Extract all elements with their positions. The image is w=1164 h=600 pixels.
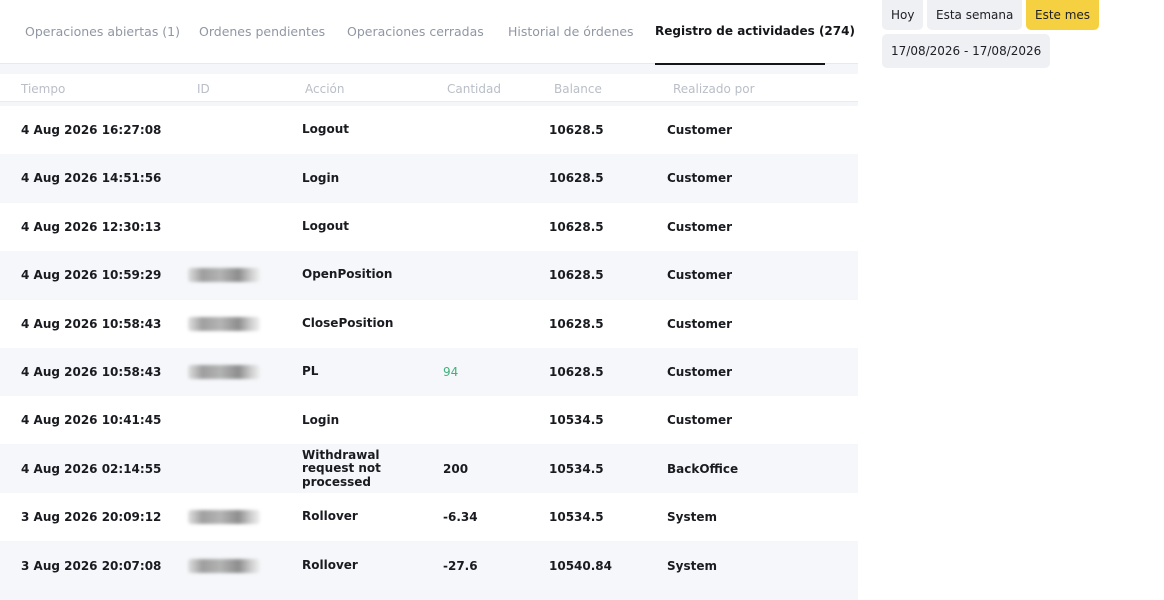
row-action: Logout	[302, 219, 350, 234]
tab-order-history[interactable]: Historial de órdenes	[508, 24, 634, 64]
row-balance: 10628.5	[549, 219, 604, 234]
row-performed-by: Customer	[667, 413, 733, 428]
table-row[interactable]: 4 Aug 2026 10:59:29 OpenPosition 10628.5 Cu…	[0, 251, 858, 300]
column-header-id[interactable]: ID	[197, 82, 210, 96]
row-action: Login	[302, 412, 340, 427]
row-balance: 10628.5	[549, 171, 604, 186]
table-row[interactable]: 3 Aug 2026 20:09:12 Rollover -6.34 10534.5 S…	[0, 493, 858, 542]
column-header-amount[interactable]: Cantidad	[447, 82, 501, 96]
row-performed-by: Customer	[667, 123, 733, 137]
table-row[interactable]: 3 Aug 2026 20:07:08 Rollover -27.6 10540.84…	[0, 541, 858, 590]
filter-panel: Hoy Esta semana Este mes 17/08/2026 - 17…	[858, 0, 1164, 600]
row-amount: -6.34	[443, 510, 478, 525]
tab-activity-log[interactable]: Registro de actividades (274)	[655, 24, 855, 65]
row-action: OpenPosition	[302, 267, 393, 282]
table-row[interactable]: 4 Aug 2026 10:41:45 Login 10534.5 Customer	[0, 396, 858, 445]
date-range-picker[interactable]: 17/08/2026 - 17/08/2026	[882, 34, 1051, 68]
table-row[interactable]: 4 Aug 2026 16:27:08 Logout 10628.5 Customer	[0, 106, 858, 154]
row-id-redacted	[188, 268, 260, 283]
table-row[interactable]: 4 Aug 2026 10:58:43 ClosePosition 10628.5 C…	[0, 299, 858, 348]
tab-closed-operations[interactable]: Operaciones cerradas	[347, 24, 484, 64]
row-balance: 10534.5	[549, 461, 604, 476]
row-action: Rollover	[302, 509, 358, 524]
row-balance: 10534.5	[549, 510, 604, 525]
tab-pending-orders[interactable]: Ordenes pendientes	[199, 24, 325, 64]
filter-this-month-button[interactable]: Este mes	[1026, 0, 1100, 30]
tab-open-operations[interactable]: Operaciones abiertas (1)	[25, 24, 180, 64]
row-time: 3 Aug 2026 20:07:08	[21, 558, 162, 573]
row-time: 3 Aug 2026 20:09:12	[21, 510, 162, 525]
row-amount: 94	[443, 365, 459, 379]
row-action: ClosePosition	[302, 315, 394, 330]
filter-this-week-button[interactable]: Esta semana	[927, 0, 1023, 30]
row-action: Rollover	[302, 557, 358, 572]
row-action: Withdrawal request not processed	[302, 447, 381, 489]
row-balance: 10628.5	[549, 268, 604, 283]
row-amount: -27.6	[443, 558, 478, 573]
row-performed-by: System	[667, 558, 717, 573]
row-balance: 10540.84	[549, 558, 613, 573]
row-action: Logout	[302, 122, 350, 137]
row-id-redacted	[188, 316, 260, 331]
table-row[interactable]: 4 Aug 2026 14:51:56 Login 10628.5 Customer	[0, 154, 858, 203]
row-performed-by: Customer	[667, 365, 733, 379]
row-time: 4 Aug 2026 14:51:56	[21, 171, 162, 186]
row-time: 4 Aug 2026 10:41:45	[21, 413, 162, 428]
row-action: Login	[302, 170, 340, 185]
table-row[interactable]: 4 Aug 2026 02:14:55 Withdrawal request no…	[0, 444, 858, 493]
row-id-redacted	[188, 365, 260, 379]
table-header: Tiempo ID Acción Cantidad Balance Realiz…	[0, 74, 858, 102]
row-time: 4 Aug 2026 10:58:43	[21, 365, 162, 379]
row-performed-by: BackOffice	[667, 461, 739, 476]
column-header-time[interactable]: Tiempo	[21, 82, 65, 96]
row-balance: 10628.5	[549, 123, 604, 137]
row-performed-by: System	[667, 510, 717, 525]
row-performed-by: Customer	[667, 316, 733, 331]
column-header-action[interactable]: Acción	[305, 82, 344, 96]
row-balance: 10534.5	[549, 413, 604, 428]
row-time: 4 Aug 2026 10:58:43	[21, 316, 162, 331]
row-time: 4 Aug 2026 12:30:13	[21, 219, 162, 234]
table-row[interactable]: 4 Aug 2026 10:58:43 PL 94 10628.5 Customer	[0, 348, 858, 396]
table-row[interactable]: 4 Aug 2026 12:30:13 Logout 10628.5 Customer	[0, 202, 858, 251]
activity-log-panel: Operaciones abiertas (1) Ordenes pendien…	[0, 0, 858, 600]
row-amount: 200	[443, 461, 469, 476]
row-time: 4 Aug 2026 02:14:55	[21, 461, 162, 476]
row-id-redacted	[188, 510, 260, 525]
row-id-redacted	[188, 558, 260, 573]
row-action: PL	[302, 364, 319, 379]
row-performed-by: Customer	[667, 268, 733, 283]
row-balance: 10628.5	[549, 365, 604, 379]
row-performed-by: Customer	[667, 171, 733, 186]
column-header-performed-by[interactable]: Realizado por	[673, 82, 755, 96]
row-balance: 10628.5	[549, 316, 604, 331]
column-header-balance[interactable]: Balance	[554, 82, 602, 96]
row-time: 4 Aug 2026 10:59:29	[21, 268, 162, 283]
tabs-bar: Operaciones abiertas (1) Ordenes pendien…	[0, 0, 858, 65]
row-time: 4 Aug 2026 16:27:08	[21, 123, 162, 137]
row-performed-by: Customer	[667, 219, 733, 234]
filter-today-button[interactable]: Hoy	[882, 0, 924, 30]
